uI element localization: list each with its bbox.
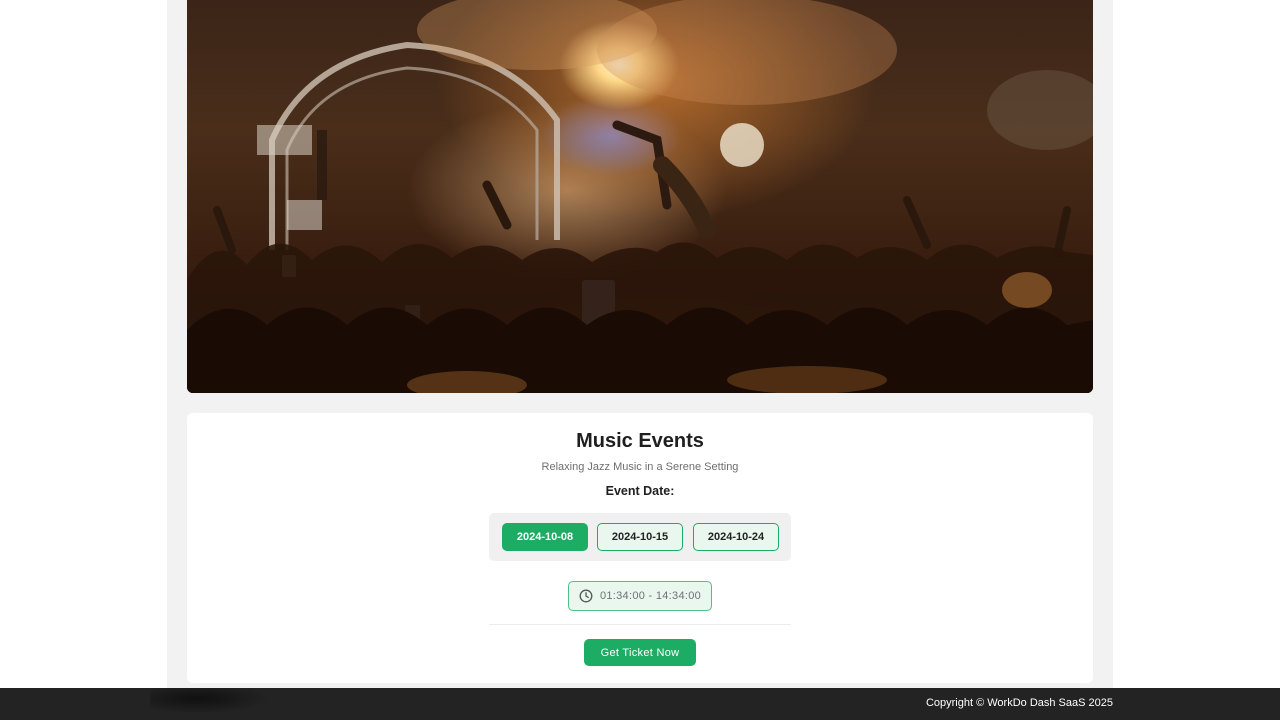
event-subtitle: Relaxing Jazz Music in a Serene Setting bbox=[541, 461, 739, 473]
clock-icon bbox=[579, 589, 593, 603]
time-range-text: 01:34:00 - 14:34:00 bbox=[599, 590, 702, 602]
footer-shadow bbox=[150, 688, 270, 714]
date-option-button[interactable]: 2024-10-15 bbox=[597, 523, 683, 551]
concert-crowd-illustration bbox=[187, 0, 1093, 393]
date-option-button[interactable]: 2024-10-08 bbox=[502, 523, 588, 551]
get-ticket-button[interactable]: Get Ticket Now bbox=[584, 639, 696, 666]
divider bbox=[489, 624, 791, 625]
event-date-label: Event Date: bbox=[605, 484, 675, 498]
event-time-range: 01:34:00 - 14:34:00 bbox=[568, 581, 712, 611]
event-details-card: Music Events Relaxing Jazz Music in a Se… bbox=[187, 413, 1093, 683]
event-hero-image bbox=[187, 0, 1093, 393]
date-option-button[interactable]: 2024-10-24 bbox=[693, 523, 779, 551]
event-title: Music Events bbox=[576, 430, 704, 452]
event-date-selector: 2024-10-08 2024-10-15 2024-10-24 bbox=[489, 513, 791, 561]
footer-copyright: Copyright © WorkDo Dash SaaS 2025 bbox=[925, 697, 1113, 709]
